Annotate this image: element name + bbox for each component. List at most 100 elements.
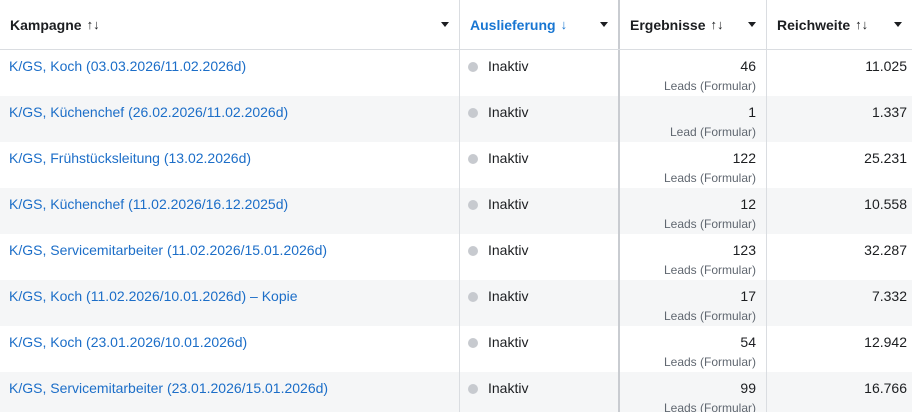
results-type: Leads (Formular): [663, 401, 756, 412]
table-row: K/GS, Servicemitarbeiter (11.02.2026/15.…: [0, 234, 912, 280]
reach-cell: 32.287: [767, 234, 912, 280]
campaign-cell: K/GS, Küchenchef (11.02.2026/16.12.2025d…: [0, 188, 460, 234]
delivery-status: Inaktiv: [488, 150, 529, 166]
caret-down-icon[interactable]: [600, 21, 608, 27]
delivery-cell: Inaktiv: [460, 372, 620, 412]
results-value: 54: [740, 334, 756, 350]
reach-value: 25.231: [864, 150, 907, 166]
status-dot-icon: [468, 384, 478, 394]
results-cell: 46 Leads (Formular): [620, 50, 767, 96]
status-dot-icon: [468, 200, 478, 210]
reach-cell: 25.231: [767, 142, 912, 188]
campaign-name-link[interactable]: K/GS, Frühstücksleitung (13.02.2026d): [9, 150, 251, 166]
reach-value: 16.766: [864, 380, 907, 396]
results-value: 46: [740, 58, 756, 74]
results-cell: 54 Leads (Formular): [620, 326, 767, 372]
campaign-name-link[interactable]: K/GS, Koch (03.03.2026/11.02.2026d): [9, 58, 246, 74]
column-label: Kampagne: [10, 16, 82, 33]
table-header: Kampagne ↑↓ Auslieferung ↓ Ergebnisse ↑↓…: [0, 0, 912, 50]
delivery-status: Inaktiv: [488, 380, 529, 396]
campaign-name-link[interactable]: K/GS, Koch (23.01.2026/10.01.2026d): [9, 334, 247, 350]
campaign-cell: K/GS, Frühstücksleitung (13.02.2026d): [0, 142, 460, 188]
status-dot-icon: [468, 246, 478, 256]
sort-down-icon[interactable]: ↓: [561, 17, 568, 32]
results-cell: 99 Leads (Formular): [620, 372, 767, 412]
delivery-status: Inaktiv: [488, 288, 529, 304]
column-label: Auslieferung: [470, 16, 556, 33]
campaign-table: Kampagne ↑↓ Auslieferung ↓ Ergebnisse ↑↓…: [0, 0, 912, 412]
campaign-name-link[interactable]: K/GS, Koch (11.02.2026/10.01.2026d) – Ko…: [9, 288, 298, 304]
caret-down-icon[interactable]: [441, 21, 449, 27]
results-type: Leads (Formular): [663, 171, 756, 185]
delivery-status: Inaktiv: [488, 58, 529, 74]
reach-value: 32.287: [864, 242, 907, 258]
column-label: Reichweite: [777, 16, 851, 33]
table-row: K/GS, Koch (03.03.2026/11.02.2026d) Inak…: [0, 50, 912, 96]
campaign-name-link[interactable]: K/GS, Küchenchef (26.02.2026/11.02.2026d…: [9, 104, 288, 120]
caret-down-icon[interactable]: [894, 21, 902, 27]
caret-down-icon[interactable]: [748, 21, 756, 27]
results-type: Leads (Formular): [663, 217, 756, 231]
reach-cell: 12.942: [767, 326, 912, 372]
reach-value: 10.558: [864, 196, 907, 212]
status-dot-icon: [468, 154, 478, 164]
reach-cell: 1.337: [767, 96, 912, 142]
table-row: K/GS, Koch (23.01.2026/10.01.2026d) Inak…: [0, 326, 912, 372]
reach-value: 12.942: [864, 334, 907, 350]
results-cell: 123 Leads (Formular): [620, 234, 767, 280]
delivery-cell: Inaktiv: [460, 142, 620, 188]
campaign-name-link[interactable]: K/GS, Servicemitarbeiter (11.02.2026/15.…: [9, 242, 327, 258]
results-value: 122: [732, 150, 756, 166]
delivery-status: Inaktiv: [488, 334, 529, 350]
results-value: 123: [732, 242, 756, 258]
campaign-name-link[interactable]: K/GS, Servicemitarbeiter (23.01.2026/15.…: [9, 380, 328, 396]
campaign-name-link[interactable]: K/GS, Küchenchef (11.02.2026/16.12.2025d…: [9, 196, 288, 212]
delivery-cell: Inaktiv: [460, 280, 620, 326]
campaign-cell: K/GS, Koch (03.03.2026/11.02.2026d): [0, 50, 460, 96]
results-value: 1: [748, 104, 756, 120]
delivery-status: Inaktiv: [488, 242, 529, 258]
results-type: Leads (Formular): [663, 355, 756, 369]
results-cell: 12 Leads (Formular): [620, 188, 767, 234]
status-dot-icon: [468, 108, 478, 118]
reach-value: 1.337: [871, 104, 907, 120]
delivery-cell: Inaktiv: [460, 326, 620, 372]
reach-cell: 11.025: [767, 50, 912, 96]
delivery-status: Inaktiv: [488, 196, 529, 212]
column-header-ergebnisse[interactable]: Ergebnisse ↑↓: [620, 0, 767, 49]
sort-both-icon[interactable]: ↑↓: [710, 17, 723, 32]
table-row: K/GS, Küchenchef (11.02.2026/16.12.2025d…: [0, 188, 912, 234]
delivery-cell: Inaktiv: [460, 96, 620, 142]
sort-both-icon[interactable]: ↑↓: [87, 17, 100, 32]
table-row: K/GS, Frühstücksleitung (13.02.2026d) In…: [0, 142, 912, 188]
column-header-reichweite[interactable]: Reichweite ↑↓: [767, 0, 912, 49]
campaign-cell: K/GS, Servicemitarbeiter (23.01.2026/15.…: [0, 372, 460, 412]
results-type: Leads (Formular): [663, 309, 756, 323]
reach-cell: 16.766: [767, 372, 912, 412]
campaign-cell: K/GS, Küchenchef (26.02.2026/11.02.2026d…: [0, 96, 460, 142]
status-dot-icon: [468, 62, 478, 72]
status-dot-icon: [468, 292, 478, 302]
results-type: Lead (Formular): [669, 125, 756, 139]
status-dot-icon: [468, 338, 478, 348]
results-value: 17: [740, 288, 756, 304]
reach-value: 7.332: [871, 288, 907, 304]
column-label: Ergebnisse: [630, 16, 706, 33]
table-row: K/GS, Servicemitarbeiter (23.01.2026/15.…: [0, 372, 912, 412]
results-value: 12: [740, 196, 756, 212]
reach-cell: 7.332: [767, 280, 912, 326]
results-value: 99: [740, 380, 756, 396]
results-cell: 1 Lead (Formular): [620, 96, 767, 142]
sort-both-icon[interactable]: ↑↓: [855, 17, 868, 32]
delivery-status: Inaktiv: [488, 104, 529, 120]
campaign-cell: K/GS, Koch (11.02.2026/10.01.2026d) – Ko…: [0, 280, 460, 326]
reach-value: 11.025: [865, 58, 907, 74]
column-header-kampagne[interactable]: Kampagne ↑↓: [0, 0, 460, 49]
results-cell: 122 Leads (Formular): [620, 142, 767, 188]
campaign-cell: K/GS, Koch (23.01.2026/10.01.2026d): [0, 326, 460, 372]
reach-cell: 10.558: [767, 188, 912, 234]
column-header-auslieferung[interactable]: Auslieferung ↓: [460, 0, 620, 49]
delivery-cell: Inaktiv: [460, 50, 620, 96]
results-type: Leads (Formular): [663, 263, 756, 277]
table-row: K/GS, Küchenchef (26.02.2026/11.02.2026d…: [0, 96, 912, 142]
